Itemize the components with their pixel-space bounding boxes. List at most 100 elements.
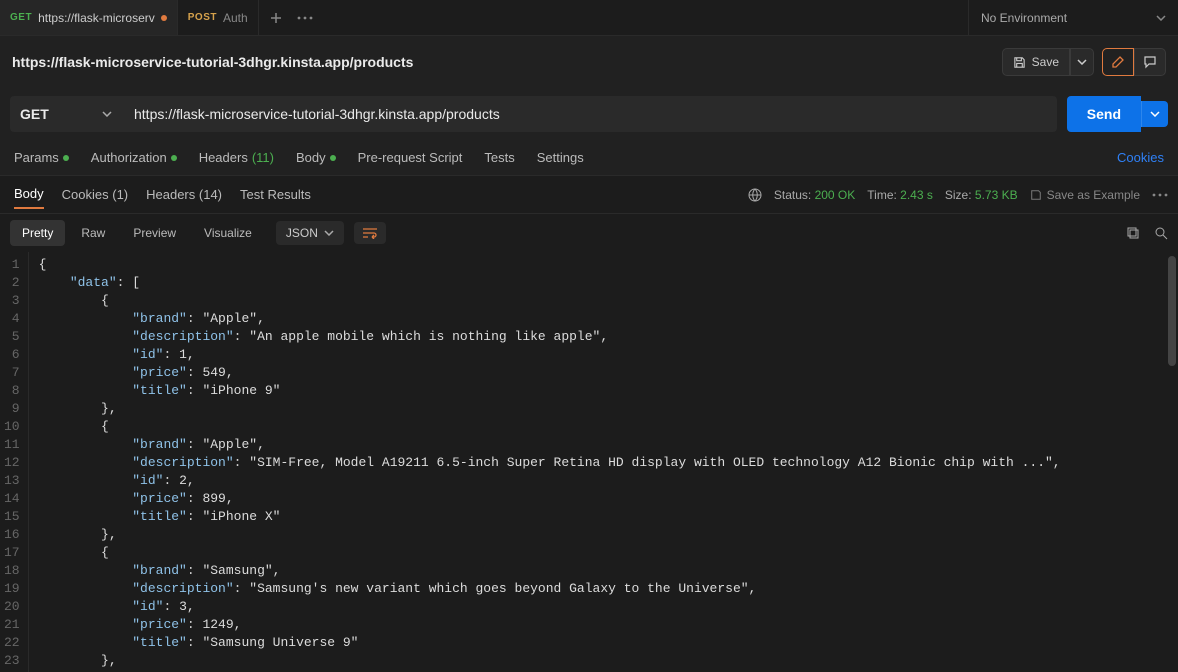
resp-tab-headers[interactable]: Headers (14): [146, 181, 222, 208]
label: Cookies: [62, 187, 109, 202]
label: Save as Example: [1047, 188, 1140, 202]
chevron-down-icon: [1156, 15, 1166, 21]
pencil-icon: [1111, 55, 1125, 69]
save-icon: [1030, 189, 1042, 201]
label: Pretty: [22, 226, 53, 240]
request-tabs-bar: GET https://flask-microserv POST Auth No…: [0, 0, 1178, 36]
count: (14): [199, 187, 222, 202]
request-tab-1[interactable]: POST Auth: [178, 0, 259, 35]
save-button-group: Save: [1002, 48, 1094, 76]
label: Pre-request Script: [358, 150, 463, 165]
label: Cookies: [1117, 150, 1164, 165]
method-select[interactable]: GET: [10, 96, 122, 132]
value: 200 OK: [815, 188, 856, 202]
response-view-controls: Pretty Raw Preview Visualize JSON: [0, 214, 1178, 252]
count: (1): [112, 187, 128, 202]
tab-params[interactable]: Params: [14, 146, 69, 169]
tab-prerequest[interactable]: Pre-request Script: [358, 146, 463, 169]
send-dropdown-button[interactable]: [1141, 101, 1168, 127]
active-dot-icon: [330, 155, 336, 161]
count: (11): [252, 150, 274, 165]
search-button[interactable]: [1154, 226, 1168, 240]
label: Status:: [774, 188, 811, 202]
time-meta: Time: 2.43 s: [867, 188, 933, 202]
save-label: Save: [1032, 55, 1059, 69]
save-dropdown-button[interactable]: [1070, 48, 1094, 76]
response-more-button[interactable]: [1152, 193, 1168, 197]
scrollbar-thumb[interactable]: [1168, 256, 1176, 366]
request-section-tabs: Params Authorization Headers (11) Body P…: [0, 140, 1178, 176]
environment-selector[interactable]: No Environment: [968, 0, 1178, 35]
url-bar: GET Send: [0, 88, 1178, 140]
wrap-lines-button[interactable]: [354, 222, 386, 244]
cookies-link[interactable]: Cookies: [1117, 150, 1164, 165]
view-raw[interactable]: Raw: [69, 220, 117, 246]
tab-body[interactable]: Body: [296, 146, 336, 169]
label: Settings: [537, 150, 584, 165]
value: 2.43 s: [900, 188, 933, 202]
response-section-tabs: Body Cookies (1) Headers (14) Test Resul…: [0, 176, 1178, 214]
view-visualize[interactable]: Visualize: [192, 220, 264, 246]
right-buttons: [1102, 48, 1166, 76]
method-badge: POST: [188, 12, 217, 23]
label: Body: [14, 186, 44, 201]
code-content[interactable]: { "data": [ { "brand": "Apple", "descrip…: [29, 252, 1061, 672]
format-select[interactable]: JSON: [276, 221, 344, 245]
chevron-down-icon: [102, 111, 112, 117]
label: Tests: [484, 150, 514, 165]
request-title: https://flask-microservice-tutorial-3dhg…: [12, 54, 413, 70]
view-preview[interactable]: Preview: [121, 220, 188, 246]
tab-headers[interactable]: Headers (11): [199, 146, 274, 169]
value: 5.73 KB: [975, 188, 1018, 202]
tab-settings[interactable]: Settings: [537, 146, 584, 169]
new-tab-button[interactable]: [269, 11, 283, 25]
comment-icon: [1143, 55, 1157, 69]
tabs-overflow-button[interactable]: [297, 16, 313, 20]
wrap-icon: [362, 227, 378, 239]
status-meta: Status: 200 OK: [774, 188, 855, 202]
method-badge: GET: [10, 12, 32, 23]
environment-label: No Environment: [981, 11, 1067, 25]
label: Headers: [146, 187, 195, 202]
label: Authorization: [91, 150, 167, 165]
view-pretty[interactable]: Pretty: [10, 220, 65, 246]
copy-button[interactable]: [1126, 226, 1140, 240]
tab-tests[interactable]: Tests: [484, 146, 514, 169]
send-button[interactable]: Send: [1067, 96, 1141, 132]
request-tab-0[interactable]: GET https://flask-microserv: [0, 0, 178, 35]
tab-authorization[interactable]: Authorization: [91, 146, 177, 169]
tab-label: https://flask-microserv: [38, 11, 155, 25]
line-gutter: 1234567891011121314151617181920212223: [0, 252, 29, 672]
chevron-down-icon: [1150, 111, 1160, 117]
label: Time:: [867, 188, 897, 202]
label: Headers: [199, 150, 248, 165]
resp-tab-cookies[interactable]: Cookies (1): [62, 181, 128, 208]
active-dot-icon: [63, 155, 69, 161]
label: Body: [296, 150, 326, 165]
url-input[interactable]: [122, 96, 1057, 132]
globe-icon[interactable]: [748, 188, 762, 202]
save-as-example-button[interactable]: Save as Example: [1030, 188, 1140, 202]
chevron-down-icon: [1077, 59, 1087, 65]
label: Test Results: [240, 187, 311, 202]
response-body-viewer: 1234567891011121314151617181920212223 { …: [0, 252, 1178, 672]
comment-button[interactable]: [1134, 48, 1166, 76]
method-value: GET: [20, 106, 49, 122]
edit-button[interactable]: [1102, 48, 1134, 76]
size-meta: Size: 5.73 KB: [945, 188, 1018, 202]
request-title-bar: https://flask-microservice-tutorial-3dhg…: [0, 36, 1178, 88]
save-button[interactable]: Save: [1002, 48, 1070, 76]
label: Preview: [133, 226, 176, 240]
label: Params: [14, 150, 59, 165]
save-icon: [1013, 56, 1026, 69]
active-dot-icon: [171, 155, 177, 161]
tab-label: Auth: [223, 11, 248, 25]
resp-tab-testresults[interactable]: Test Results: [240, 181, 311, 208]
label: Raw: [81, 226, 105, 240]
resp-tab-body[interactable]: Body: [14, 180, 44, 209]
label: JSON: [286, 226, 318, 240]
label: Visualize: [204, 226, 252, 240]
chevron-down-icon: [324, 230, 334, 236]
label: Size:: [945, 188, 972, 202]
unsaved-indicator-icon: [161, 15, 167, 21]
